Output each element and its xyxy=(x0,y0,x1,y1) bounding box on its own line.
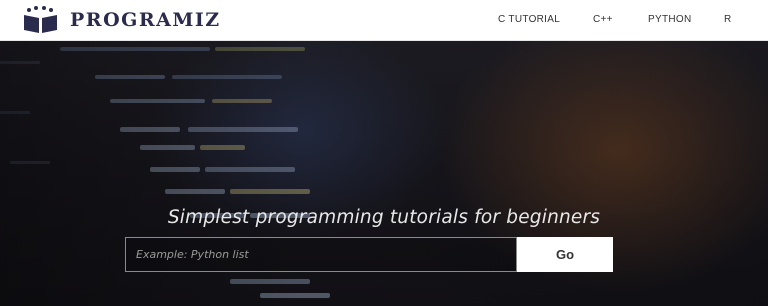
hero-tagline: Simplest programming tutorials for begin… xyxy=(167,207,601,228)
go-button[interactable]: Go xyxy=(517,237,613,272)
top-navbar: PROGRAMIZ C TUTORIAL C++ PYTHON R xyxy=(0,0,768,41)
nav-python[interactable]: PYTHON xyxy=(648,14,691,25)
main-nav: C TUTORIAL C++ PYTHON R xyxy=(0,0,768,41)
search-input[interactable] xyxy=(125,237,517,272)
hero-banner: Simplest programming tutorials for begin… xyxy=(0,41,768,306)
nav-c-tutorial[interactable]: C TUTORIAL xyxy=(498,14,560,25)
nav-cpp[interactable]: C++ xyxy=(593,14,613,25)
nav-r[interactable]: R xyxy=(724,14,732,25)
